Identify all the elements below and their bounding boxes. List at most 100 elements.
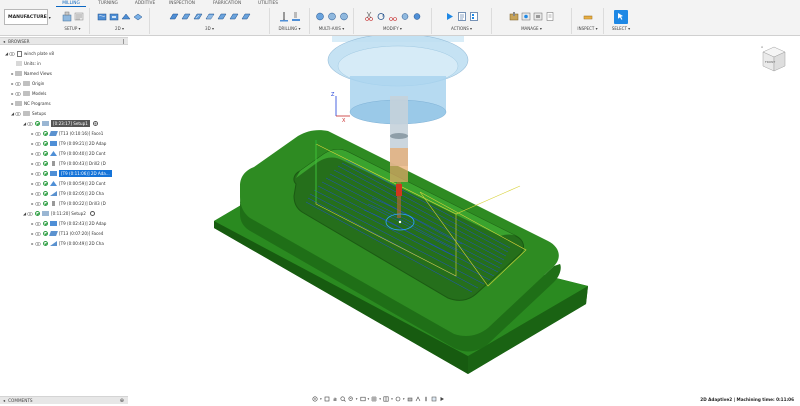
multi-axis-contour-icon[interactable] <box>327 11 337 22</box>
tree-row-op[interactable]: ▸ [T13 (0:10:16)] Face1 <box>30 129 103 138</box>
scissors-icon[interactable] <box>364 11 374 22</box>
tree-row-op[interactable]: ▸ [T9 (0:00:22)] Drill3 (D <box>30 199 106 208</box>
tab-turning[interactable]: TURNING <box>86 0 130 7</box>
simulation-icon[interactable] <box>439 396 445 402</box>
face-icon[interactable] <box>133 11 143 22</box>
tool-display-icon[interactable] <box>423 396 429 402</box>
tree-row-named-views[interactable]: ▸ Named Views <box>10 69 52 78</box>
tree-row-op[interactable]: ▸ [T9 (0:00:59)] 2D Cont <box>30 179 106 188</box>
2d-pocket-icon[interactable] <box>109 11 119 22</box>
setup-sheet-icon[interactable] <box>469 11 479 22</box>
eye-icon[interactable] <box>35 141 41 146</box>
look-at-icon[interactable] <box>324 396 330 402</box>
grid-icon[interactable] <box>371 396 377 402</box>
rotary-icon[interactable] <box>339 11 349 22</box>
home-icon[interactable]: ⌂ <box>761 45 763 49</box>
tree-row-op[interactable]: ▸ [T9 (0:09:21)] 2D Adap <box>30 139 106 148</box>
group-select[interactable]: SELECT ▾ <box>604 8 638 34</box>
eye-icon[interactable] <box>35 191 41 196</box>
browser-header[interactable]: ◂ BROWSER <box>0 37 128 45</box>
3d-steep-icon[interactable] <box>193 11 203 22</box>
regenerate-icon[interactable] <box>376 11 386 22</box>
tab-fabrication[interactable]: FABRICATION <box>204 0 250 7</box>
tree-row-document[interactable]: ◢ winch plate v8 <box>4 49 54 58</box>
drill-icon[interactable] <box>279 11 289 22</box>
group-inspect[interactable]: INSPECT ▾ <box>572 8 604 34</box>
collapse-icon[interactable]: ◂ <box>3 39 5 44</box>
group-actions[interactable]: ACTIONS ▾ <box>432 8 492 34</box>
chevron-down-icon[interactable]: ▾ <box>403 397 405 401</box>
add-comment-icon[interactable]: ⊕ <box>120 398 124 404</box>
2d-adaptive-icon[interactable] <box>97 11 107 22</box>
modify-scissors-icon[interactable] <box>388 11 398 22</box>
expand-icon[interactable]: ◂ <box>3 398 5 403</box>
swarf-icon[interactable] <box>315 11 325 22</box>
tab-inspection[interactable]: INSPECTION <box>160 0 204 7</box>
eye-icon[interactable] <box>35 161 41 166</box>
machine-library-icon[interactable] <box>533 11 543 22</box>
eye-icon[interactable] <box>35 171 41 176</box>
comments-panel[interactable]: ◂ COMMENTS ⊕ <box>0 396 128 404</box>
eye-icon[interactable] <box>35 151 41 156</box>
3d-adaptive-icon[interactable] <box>169 11 179 22</box>
display-settings-icon[interactable] <box>360 396 366 402</box>
fit-icon[interactable] <box>348 396 354 402</box>
chevron-down-icon[interactable]: ▾ <box>320 397 322 401</box>
tab-milling[interactable]: MILLING <box>56 0 86 7</box>
tree-row-op-selected[interactable]: ▸ [T9 (0:11:06)] 2D Ada... <box>30 169 112 178</box>
panel-pin-icon[interactable] <box>123 38 125 44</box>
eye-icon[interactable] <box>35 241 41 246</box>
eye-icon[interactable] <box>27 121 33 126</box>
eye-icon[interactable] <box>35 221 41 226</box>
chevron-down-icon[interactable]: ▾ <box>356 397 358 401</box>
3d-scallop-icon[interactable] <box>217 11 227 22</box>
stock-display-icon[interactable] <box>407 396 413 402</box>
tree-row-nc-programs[interactable]: ▸ NC Programs <box>10 99 51 108</box>
tree-row-models[interactable]: ▸ Models <box>10 89 46 98</box>
select-cursor-icon[interactable] <box>614 9 628 24</box>
tab-utilities[interactable]: UTILITIES <box>250 0 286 7</box>
eye-icon[interactable] <box>35 231 41 236</box>
tree-row-op[interactable]: ▸ [T13 (0:07:20)] Face4 <box>30 229 103 238</box>
tree-row-units[interactable]: Units: in <box>16 59 41 68</box>
viewport-3d[interactable]: Z X <box>128 36 800 392</box>
tree-row-setup2[interactable]: ◢ [0:11:20] Setup2 <box>22 209 95 218</box>
tree-row-op[interactable]: ▸ [T9 (0:00:40)] 2D Cont <box>30 149 106 158</box>
eye-icon[interactable] <box>27 211 33 216</box>
post-library-icon[interactable] <box>545 11 555 22</box>
refresh-icon[interactable] <box>395 396 401 402</box>
chevron-down-icon[interactable]: ▾ <box>379 397 381 401</box>
group-setup[interactable]: SETUP ▾ <box>56 8 90 34</box>
activate-setup-icon[interactable] <box>89 211 95 216</box>
toolpath-display-icon[interactable] <box>415 396 421 402</box>
section-icon[interactable] <box>431 396 437 402</box>
eye-icon[interactable] <box>15 111 21 116</box>
tree-row-setups[interactable]: ◢ Setups <box>10 109 46 118</box>
tree-row-setup1[interactable]: ◢ [0:23:17] Setup1 + <box>22 119 98 128</box>
duplicate-icon[interactable] <box>400 11 410 22</box>
chevron-down-icon[interactable]: ▾ <box>368 397 370 401</box>
eye-icon[interactable] <box>35 131 41 136</box>
measure-icon[interactable] <box>583 11 593 22</box>
eye-icon[interactable] <box>35 181 41 186</box>
tree-row-origin[interactable]: ▸ Origin <box>10 79 44 88</box>
eye-icon[interactable] <box>35 201 41 206</box>
group-3d[interactable]: 3D ▾ <box>150 8 270 34</box>
2d-contour-icon[interactable] <box>120 11 131 22</box>
eye-icon[interactable] <box>15 81 21 86</box>
tab-additive[interactable]: ADDITIVE <box>130 0 160 7</box>
simulate-icon[interactable] <box>445 11 455 22</box>
3d-flat-icon[interactable] <box>241 11 251 22</box>
post-process-icon[interactable] <box>457 11 467 22</box>
zoom-icon[interactable] <box>340 396 346 402</box>
setup-icon[interactable] <box>62 11 72 22</box>
group-2d[interactable]: 2D ▾ <box>90 8 150 34</box>
group-manage[interactable]: MANAGE ▾ <box>492 8 572 34</box>
chevron-down-icon[interactable]: ▾ <box>391 397 393 401</box>
group-modify[interactable]: MODIFY ▾ <box>354 8 432 34</box>
tree-row-op[interactable]: ▸ [T9 (0:00:43)] Drill2 (D <box>30 159 106 168</box>
viewports-icon[interactable] <box>383 396 389 402</box>
bore-icon[interactable] <box>291 11 301 22</box>
pan-hand-icon[interactable] <box>332 396 338 402</box>
group-drilling[interactable]: DRILLING ▾ <box>270 8 310 34</box>
